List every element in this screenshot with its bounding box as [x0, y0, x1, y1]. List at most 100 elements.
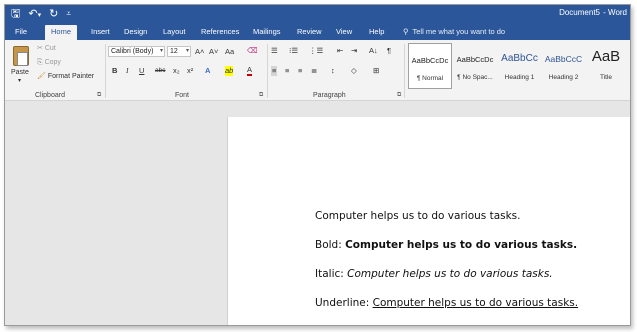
- style-sample: AaBbCcDc: [411, 56, 449, 65]
- numbering-button[interactable]: ⁝☰: [289, 46, 298, 56]
- tab-review[interactable]: Review: [297, 26, 322, 38]
- clear-formatting-icon[interactable]: ⌫: [247, 46, 258, 56]
- show-marks-button[interactable]: ¶: [387, 46, 391, 56]
- cut-button[interactable]: ✂ Cut: [37, 44, 56, 54]
- document-title: Document5: [559, 8, 600, 17]
- tab-help[interactable]: Help: [369, 26, 384, 38]
- bold-line-text: Computer helps us to do various tasks.: [345, 239, 578, 251]
- font-family-value: Calibri (Body): [111, 48, 154, 55]
- tab-file[interactable]: File: [15, 26, 27, 38]
- font-group-label: Font: [175, 92, 190, 99]
- shrink-font-button[interactable]: A˅: [209, 47, 218, 57]
- italic-line-label: Italic:: [315, 268, 348, 280]
- quick-access-toolbar: 🖫 ↶▾ ↻ ⩡: [11, 7, 71, 23]
- line-spacing-button[interactable]: ↕: [331, 66, 335, 76]
- undo-glyph: ↶: [28, 8, 38, 20]
- scissors-icon: ✂: [37, 45, 43, 52]
- style-no-spacing[interactable]: AaBbCcDc ¶ No Spac...: [453, 43, 497, 89]
- highlight-color-button[interactable]: ab: [225, 66, 234, 76]
- justify-button[interactable]: ≣: [311, 66, 317, 76]
- word-window: 🖫 ↶▾ ↻ ⩡ Document5 - Word File Home Inse…: [4, 4, 631, 326]
- font-family-select[interactable]: Calibri (Body) ▾: [108, 46, 165, 57]
- undo-icon[interactable]: ↶▾: [28, 7, 41, 23]
- borders-button[interactable]: ⊞: [373, 66, 379, 76]
- styles-gallery: AaBbCcDc ¶ Normal AaBbCcDc ¶ No Spac... …: [408, 43, 626, 91]
- decrease-indent-button[interactable]: ⇤: [337, 46, 343, 56]
- document-workspace: Computer helps us to do various tasks. B…: [5, 101, 630, 325]
- bold-line-label: Bold:: [315, 239, 346, 251]
- shading-button[interactable]: ◇: [351, 66, 357, 76]
- copy-label: Copy: [44, 59, 61, 66]
- clipboard-group-label: Clipboard: [35, 92, 65, 99]
- copy-button[interactable]: ⎘ Copy: [37, 58, 61, 68]
- superscript-button[interactable]: x²: [187, 66, 193, 76]
- font-color-button[interactable]: A: [247, 66, 253, 76]
- underline-line-label: Underline:: [315, 297, 373, 309]
- font-launcher-icon[interactable]: ⧉: [259, 92, 263, 99]
- style-name: ¶ Normal: [416, 75, 444, 82]
- bold-button[interactable]: B: [112, 66, 117, 76]
- style-name: ¶ No Spac...: [457, 74, 493, 81]
- document-line-plain: Computer helps us to do various tasks.: [315, 210, 521, 222]
- style-sample: AaB: [591, 48, 621, 65]
- paste-clipboard-icon[interactable]: [13, 46, 29, 66]
- document-page[interactable]: Computer helps us to do various tasks. B…: [227, 117, 630, 325]
- tab-references[interactable]: References: [201, 26, 239, 38]
- undo-dropdown-icon: ▾: [37, 12, 42, 19]
- font-size-select[interactable]: 12 ▾: [167, 46, 191, 57]
- text-effects-button[interactable]: A: [205, 66, 210, 76]
- style-heading-2[interactable]: AaBbCcC Heading 2: [542, 43, 585, 89]
- document-line-underline: Underline: Computer helps us to do vario…: [315, 297, 578, 309]
- strikethrough-button[interactable]: abc: [155, 66, 165, 76]
- paragraph-launcher-icon[interactable]: ⧉: [397, 92, 401, 99]
- style-name: Title: [599, 74, 613, 81]
- bullets-button[interactable]: ☰: [271, 46, 278, 56]
- save-icon[interactable]: 🖫: [11, 7, 20, 23]
- font-size-value: 12: [170, 48, 178, 55]
- group-divider: [267, 44, 268, 98]
- paste-dropdown-icon[interactable]: ▾: [18, 76, 21, 86]
- document-line-bold: Bold: Computer helps us to do various ta…: [315, 239, 577, 251]
- format-painter-label: Format Painter: [47, 73, 95, 80]
- tell-me-placeholder: Tell me what you want to do: [412, 27, 506, 36]
- style-sample: AaBbCc: [501, 53, 538, 64]
- tab-insert[interactable]: Insert: [91, 26, 110, 38]
- clipboard-launcher-icon[interactable]: ⧉: [97, 92, 101, 99]
- document-line-italic: Italic: Computer helps us to do various …: [315, 268, 553, 280]
- tab-layout[interactable]: Layout: [163, 26, 186, 38]
- group-divider: [404, 44, 405, 98]
- grow-font-button[interactable]: A˄: [195, 47, 204, 57]
- customize-toolbar-icon[interactable]: ⩡: [66, 7, 71, 23]
- app-name-label: - Word: [603, 8, 627, 17]
- align-right-button[interactable]: ≡: [298, 66, 302, 76]
- sort-button[interactable]: A↓: [369, 46, 378, 56]
- increase-indent-button[interactable]: ⇥: [351, 46, 357, 56]
- ribbon-home: Paste ▾ ✂ Cut ⎘ Copy 🖌 Format Painter Cl…: [5, 40, 630, 101]
- style-heading-1[interactable]: AaBbCc Heading 1: [498, 43, 541, 89]
- style-normal[interactable]: AaBbCcDc ¶ Normal: [408, 43, 452, 89]
- italic-button[interactable]: I: [126, 66, 129, 76]
- format-painter-button[interactable]: 🖌 Format Painter: [37, 72, 94, 82]
- underline-button[interactable]: U: [139, 66, 144, 76]
- subscript-button[interactable]: x₂: [173, 66, 180, 76]
- chevron-down-icon: ▾: [159, 48, 163, 54]
- tell-me-box[interactable]: ⚲ Tell me what you want to do: [403, 26, 505, 38]
- ribbon-tabs: File Home Insert Design Layout Reference…: [5, 23, 630, 40]
- style-name: Heading 1: [504, 74, 535, 81]
- tab-design[interactable]: Design: [124, 26, 147, 38]
- align-left-button[interactable]: ≡: [271, 66, 278, 76]
- italic-line-text: Computer helps us to do various tasks.: [347, 268, 553, 280]
- style-sample: AaBbCcDc: [456, 55, 494, 64]
- paragraph-group-label: Paragraph: [313, 92, 346, 99]
- underline-line-text: Computer helps us to do various tasks.: [372, 297, 579, 309]
- tab-view[interactable]: View: [336, 26, 352, 38]
- change-case-button[interactable]: Aa: [225, 47, 234, 57]
- app-name: Word: [608, 8, 627, 17]
- center-button[interactable]: ≡: [285, 66, 289, 76]
- redo-icon[interactable]: ↻: [49, 7, 58, 23]
- tab-home[interactable]: Home: [45, 25, 78, 40]
- tab-mailings[interactable]: Mailings: [253, 26, 281, 38]
- style-sample: AaBbCcC: [544, 54, 583, 64]
- multilevel-list-button[interactable]: ⋮☰: [309, 46, 323, 56]
- style-title[interactable]: AaB Title: [586, 43, 626, 89]
